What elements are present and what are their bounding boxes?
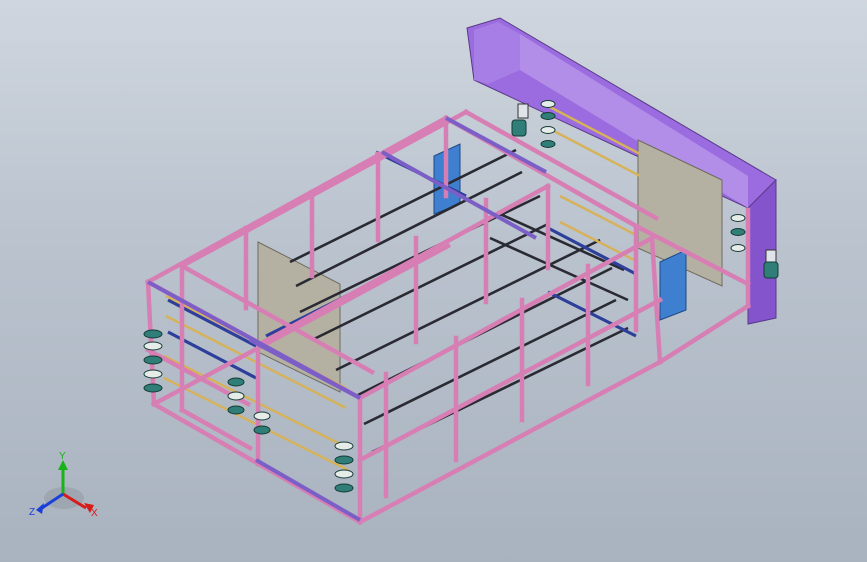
triad-label-y: Y	[59, 451, 66, 462]
3d-model-viewport[interactable]: Y X Z	[0, 0, 867, 562]
blue-cover-panel-right[interactable]	[659, 249, 687, 321]
drive-motor-rear[interactable]	[511, 103, 529, 137]
triad-label-z: Z	[29, 507, 35, 518]
rear-wall-panel[interactable]	[466, 17, 777, 325]
drive-motor-right[interactable]	[763, 249, 779, 279]
z-axis-head-icon	[36, 503, 44, 514]
assembly-scene[interactable]: Y X Z	[0, 0, 867, 562]
coordinate-triad[interactable]: Y X Z	[29, 451, 98, 519]
yellow-guide-rails	[163, 104, 641, 472]
triad-label-x: X	[91, 508, 98, 519]
